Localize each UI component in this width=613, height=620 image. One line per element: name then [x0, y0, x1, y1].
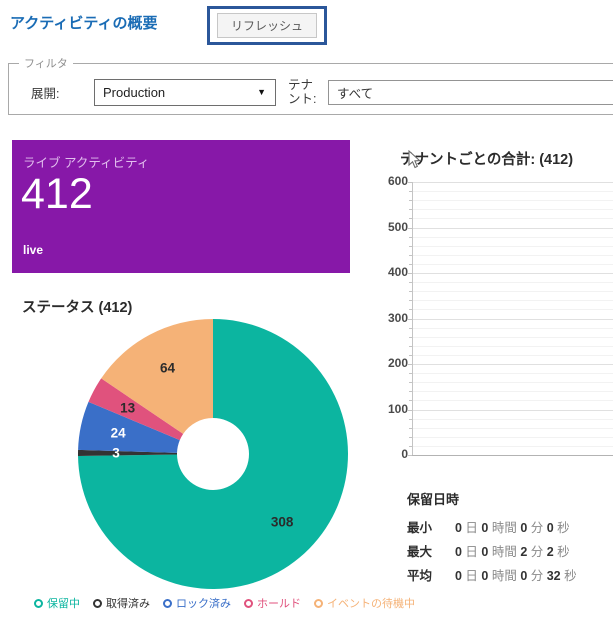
minor-gridline: [413, 427, 613, 429]
live-activity-label: ライブ アクティビティ: [23, 156, 150, 170]
legend-label: 保留中: [47, 598, 80, 610]
major-gridline: [413, 273, 613, 274]
minor-gridline: [413, 400, 613, 402]
slice-value-label: 24: [110, 425, 126, 441]
live-activity-tile[interactable]: ライブ アクティビティ 412 live: [12, 140, 350, 273]
minor-gridline: [413, 263, 613, 265]
slice-value-label: 3: [112, 445, 120, 461]
deployment-select[interactable]: Production ▼: [94, 78, 276, 106]
stat-row-avg: 平均 0 日 0 時間 0 分 32 秒: [407, 569, 577, 584]
mouse-cursor-icon: [408, 150, 421, 169]
stat-min-label: 最小: [407, 521, 433, 535]
major-gridline: [413, 227, 613, 229]
legend-ring-icon: [163, 598, 172, 608]
legend-item-0[interactable]: 保留中: [34, 595, 80, 611]
legend-ring-icon: [244, 598, 253, 608]
legend-ring-icon: [34, 598, 43, 608]
minor-gridline: [413, 309, 613, 311]
tenant-totals-chart-title: テナントごとの合計: (412): [400, 152, 574, 168]
refresh-button-focus-ring: リフレッシュ: [207, 6, 328, 45]
minor-gridline: [413, 418, 613, 420]
major-gridline: [413, 409, 613, 411]
legend-item-3[interactable]: ホールド: [244, 595, 301, 611]
minor-gridline: [413, 200, 613, 202]
legend-label: ホールド: [257, 598, 301, 610]
hold-duration-stats: 保留日時 最小 0 日 0 時間 0 分 0 秒 最大 0 日 0 時間 2 分…: [407, 489, 577, 593]
status-donut-chart[interactable]: 308 3 24 13 64: [78, 319, 348, 589]
legend-label: イベントの待機中: [327, 598, 415, 610]
stat-avg-label: 平均: [407, 569, 433, 583]
minor-gridline: [413, 291, 613, 293]
status-chart-legend: 保留中 取得済み ロック済み ホールド イベントの待機中: [34, 595, 415, 611]
minor-gridline: [413, 391, 613, 393]
minor-gridline: [413, 209, 613, 211]
y-axis-line: [412, 182, 413, 456]
page-title: アクティビティの概要: [10, 15, 158, 32]
slice-value-label: 308: [270, 514, 294, 530]
stat-row-max: 最大 0 日 0 時間 2 分 2 秒: [407, 545, 577, 560]
minor-gridline: [413, 236, 613, 238]
minor-gridline: [413, 245, 613, 247]
deployment-select-value: Production: [103, 84, 166, 100]
stat-avg-value: 0 日 0 時間 0 分 32 秒: [455, 569, 577, 583]
minor-gridline: [413, 382, 613, 384]
legend-item-4[interactable]: イベントの待機中: [314, 595, 415, 611]
filter-fieldset: フィルタ 展開: Production ▼ テナント:: [8, 55, 613, 115]
minor-gridline: [413, 191, 613, 193]
x-axis-line: [412, 455, 613, 456]
slice-value-label: 64: [160, 360, 176, 376]
y-axis-tick-label: 500: [387, 219, 408, 234]
activity-overview-page: アクティビティの概要 リフレッシュ フィルタ 展開: Production ▼ …: [0, 0, 613, 620]
y-axis-tick-label: 400: [387, 265, 408, 279]
minor-gridline: [413, 327, 613, 329]
legend-label: ロック済み: [176, 598, 231, 610]
live-activity-sublabel: live: [23, 243, 44, 257]
refresh-button[interactable]: リフレッシュ: [217, 13, 318, 38]
y-axis-tick-label: 300: [387, 310, 408, 325]
tenant-label: テナント:: [288, 78, 317, 107]
minor-gridline: [413, 445, 613, 447]
stat-row-min: 最小 0 日 0 時間 0 分 0 秒: [407, 521, 577, 536]
live-activity-count: 412: [21, 170, 93, 218]
legend-item-1[interactable]: 取得済み: [93, 595, 150, 611]
y-axis-tick-label: 600: [387, 174, 408, 188]
stat-min-value: 0 日 0 時間 0 分 0 秒: [455, 521, 570, 535]
filter-legend: フィルタ: [24, 58, 68, 70]
minor-gridline: [413, 345, 613, 347]
tenant-input[interactable]: [328, 79, 613, 105]
y-axis-tick-label: 200: [387, 356, 408, 370]
deployment-label: 展開:: [31, 86, 60, 101]
major-gridline: [413, 182, 613, 183]
minor-gridline: [413, 254, 613, 256]
slice-value-label: 13: [120, 400, 136, 416]
filter-row: 展開: Production ▼ テナント:: [9, 71, 613, 116]
minor-gridline: [413, 373, 613, 375]
hold-duration-title: 保留日時: [407, 492, 460, 507]
tenant-totals-bar-chart: 600 500 400 300 200 100 0: [378, 170, 613, 470]
stat-max-value: 0 日 0 時間 2 分 2 秒: [455, 545, 570, 559]
minor-gridline: [413, 436, 613, 438]
minor-gridline: [413, 354, 613, 356]
minor-gridline: [413, 300, 613, 302]
minor-gridline: [413, 282, 613, 284]
minor-gridline: [413, 336, 613, 338]
legend-item-2[interactable]: ロック済み: [163, 595, 231, 611]
stat-max-label: 最大: [407, 545, 433, 559]
major-gridline: [413, 318, 613, 320]
chevron-down-icon: ▼: [257, 87, 266, 98]
legend-ring-icon: [314, 598, 323, 608]
legend-label: 取得済み: [106, 598, 150, 610]
y-axis-tick-label: 100: [387, 401, 408, 416]
minor-gridline: [413, 218, 613, 220]
status-chart-title: ステータス (412): [22, 300, 133, 316]
major-gridline: [413, 364, 613, 365]
y-axis-tick-label: 0: [401, 447, 408, 461]
legend-ring-icon: [93, 598, 102, 608]
